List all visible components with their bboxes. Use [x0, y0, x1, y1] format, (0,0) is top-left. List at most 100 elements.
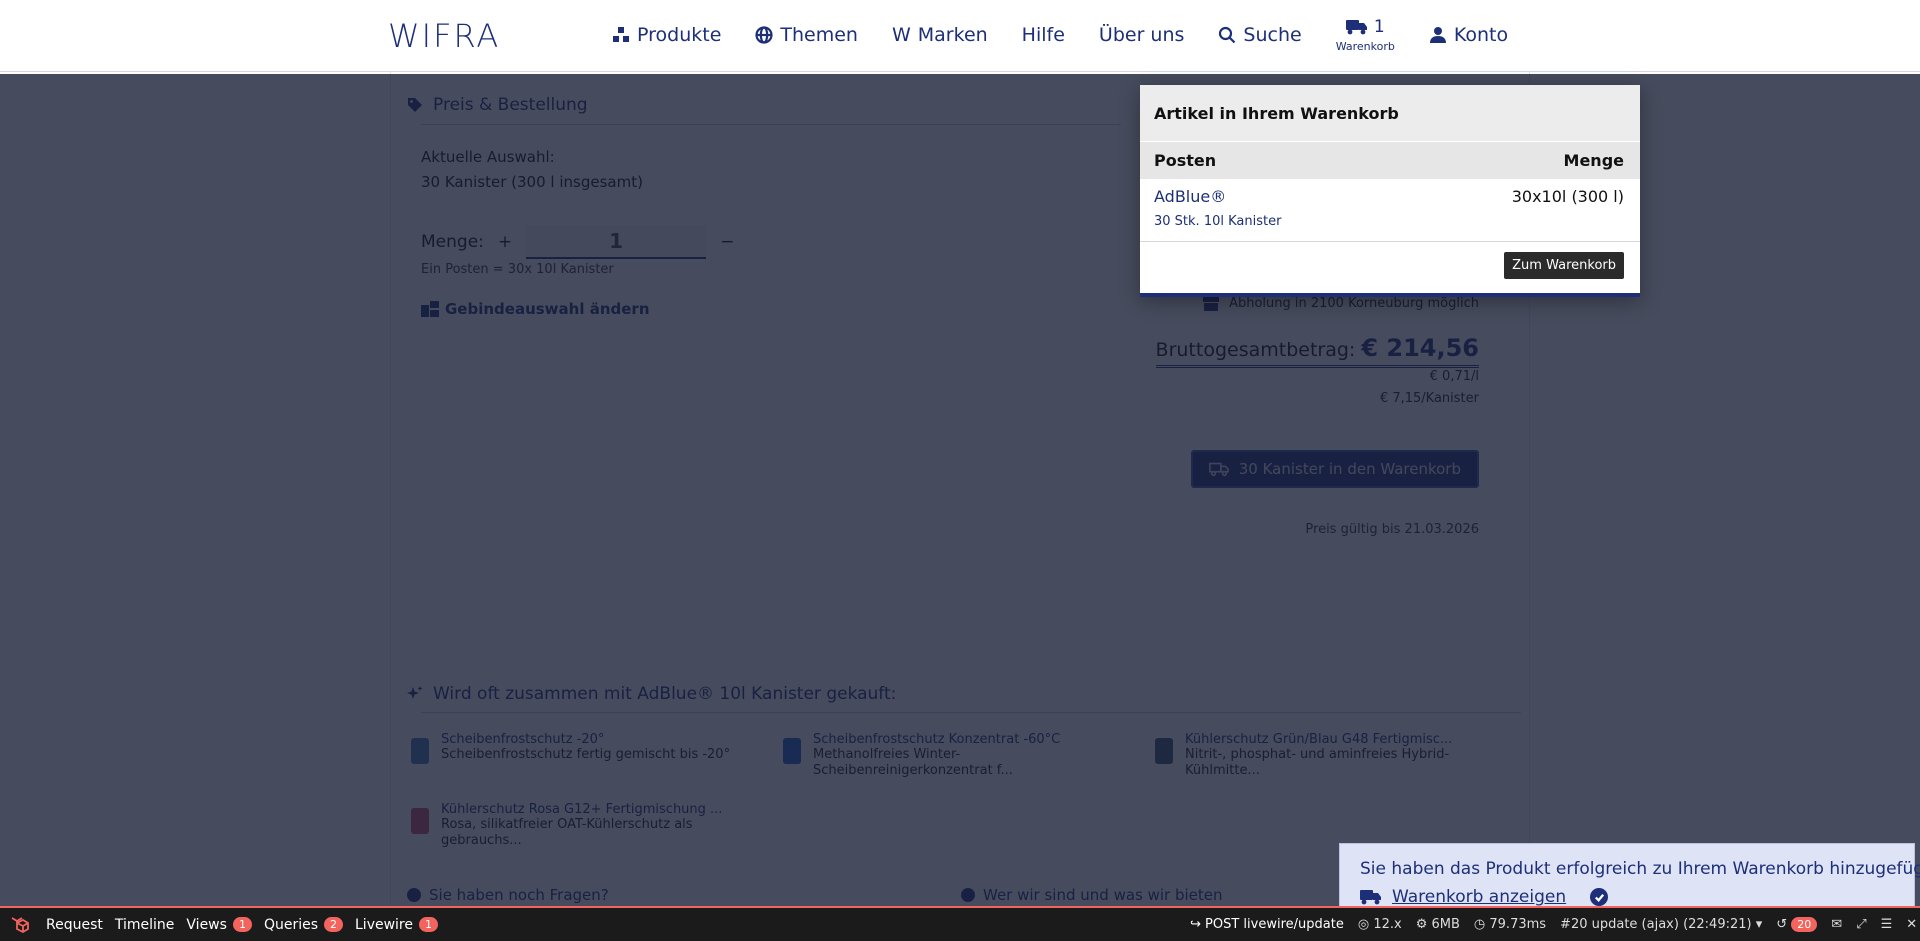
- debug-time-text: 79.73ms: [1489, 917, 1547, 932]
- current-selection-value: 30 Kanister (300 l insgesamt): [421, 173, 643, 191]
- product-name: Kühlerschutz Rosa G12+ Fertigmischung ..…: [441, 802, 723, 817]
- truck-icon: [1345, 20, 1367, 35]
- debug-tab-timeline[interactable]: Timeline: [109, 917, 181, 933]
- cart-dropdown-title: Artikel in Ihrem Warenkorb: [1140, 85, 1640, 141]
- order-divider: [421, 124, 1121, 125]
- questions-heading[interactable]: Sie haben noch Fragen?: [407, 886, 609, 904]
- related-divider: [421, 712, 1521, 713]
- pickup-info: Abholung in 2100 Korneuburg möglich: [1203, 296, 1479, 311]
- debug-badge: 2: [324, 917, 343, 932]
- quantity-input[interactable]: [526, 225, 707, 259]
- toast-message: Sie haben das Produkt erfolgreich zu Ihr…: [1360, 859, 1920, 879]
- debug-request-method[interactable]: ↪ POST livewire/update: [1190, 917, 1344, 932]
- related-product-card[interactable]: Kühlerschutz Grün/Blau G48 Fertigmisc...…: [1155, 732, 1500, 779]
- product-name: Kühlerschutz Grün/Blau G48 Fertigmisc...: [1185, 732, 1453, 747]
- nav-themen-label: Themen: [780, 24, 858, 46]
- nav-hilfe[interactable]: Hilfe: [1022, 24, 1065, 46]
- maximize-icon[interactable]: ⤢: [1856, 917, 1866, 932]
- total-amount: € 214,56: [1361, 334, 1479, 362]
- debug-tab-label: Views: [186, 916, 227, 933]
- nav-hilfe-label: Hilfe: [1021, 24, 1065, 46]
- unit-note: Ein Posten = 30x 10l Kanister: [421, 262, 614, 277]
- price-per-liter: € 0,71/l: [1429, 369, 1479, 384]
- product-desc: Rosa, silikatfreier OAT-Kühlerschutz als…: [441, 817, 693, 848]
- nav-suche[interactable]: Suche: [1218, 24, 1302, 46]
- search-icon: [1219, 26, 1236, 44]
- debug-tab-livewire[interactable]: Livewire 1: [349, 917, 444, 933]
- debug-memory: ⚙ 6MB: [1416, 917, 1460, 932]
- nav-marken[interactable]: W Marken: [892, 24, 988, 46]
- debug-history[interactable]: ↺ 20: [1776, 917, 1818, 932]
- truck-icon: [1360, 890, 1381, 905]
- related-product-card[interactable]: Scheibenfrostschutz -20° Scheibenfrostsc…: [411, 732, 756, 764]
- related-product-card[interactable]: Scheibenfrostschutz Konzentrat -60°C Met…: [783, 732, 1128, 779]
- product-thumbnail: [783, 738, 801, 764]
- nav-konto[interactable]: Konto: [1429, 24, 1508, 46]
- nav-warenkorb[interactable]: 1 Warenkorb: [1335, 16, 1395, 53]
- quantity-minus-button[interactable]: −: [720, 232, 734, 252]
- about-heading[interactable]: Wer wir sind und was wir bieten: [961, 886, 1223, 904]
- goto-cart-button[interactable]: Zum Warenkorb: [1504, 252, 1624, 279]
- product-desc: Nitrit-, phosphat- und aminfreies Hybrid…: [1185, 747, 1450, 778]
- debug-tab-request[interactable]: Request: [40, 917, 109, 933]
- order-section-heading: Preis & Bestellung: [407, 95, 588, 115]
- cart-item-qty: 30x10l (300 l): [1511, 187, 1624, 206]
- marken-w-icon: W: [891, 24, 911, 46]
- product-desc: Methanolfreies Winter-Scheibenreinigerko…: [813, 747, 1013, 778]
- debug-tab-views[interactable]: Views 1: [180, 917, 258, 933]
- current-selection-label: Aktuelle Auswahl:: [421, 148, 555, 166]
- debug-update-select[interactable]: #20 update (ajax) (22:49:21) ▾: [1560, 917, 1762, 932]
- cart-count: 1: [1373, 16, 1385, 37]
- question-icon: [407, 888, 421, 902]
- col-posten: Posten: [1154, 151, 1217, 170]
- debug-tab-label: Queries: [263, 916, 318, 933]
- truck-icon: [1208, 462, 1229, 477]
- globe-icon: [755, 26, 773, 44]
- boxes-icon: [613, 27, 629, 42]
- nav-ueber-uns-label: Über uns: [1098, 24, 1185, 46]
- cart-separator: [1140, 241, 1640, 242]
- pickup-text: Abholung in 2100 Korneuburg möglich: [1229, 296, 1479, 311]
- col-menge: Menge: [1563, 151, 1624, 170]
- cart-item-sub: 30 Stk. 10l Kanister: [1154, 214, 1282, 229]
- debug-tab-label: Timeline: [114, 916, 175, 933]
- settings-icon[interactable]: ☰: [1881, 917, 1893, 932]
- nav-produkte[interactable]: Produkte: [612, 24, 721, 46]
- nav-ueber-uns[interactable]: Über uns: [1099, 24, 1185, 46]
- debug-time: ◷ 79.73ms: [1474, 917, 1546, 932]
- add-to-cart-label: 30 Kanister in den Warenkorb: [1238, 460, 1461, 478]
- close-icon[interactable]: ✕: [1906, 917, 1917, 932]
- store-icon: [1203, 296, 1220, 311]
- price-per-canister: € 7,15/Kanister: [1379, 391, 1479, 406]
- nav-produkte-label: Produkte: [637, 24, 722, 46]
- cart-label: Warenkorb: [1335, 39, 1395, 53]
- history-icon: ↺: [1776, 917, 1792, 932]
- add-to-cart-button[interactable]: 30 Kanister in den Warenkorb: [1190, 450, 1479, 488]
- show-cart-link[interactable]: Warenkorb anzeigen: [1392, 887, 1566, 907]
- product-thumbnail: [411, 808, 429, 834]
- price-valid-until: Preis gültig bis 21.03.2026: [1305, 522, 1479, 537]
- tag-icon: [408, 98, 422, 112]
- debug-tab-label: Livewire: [355, 916, 413, 933]
- questions-text: Sie haben noch Fragen?: [429, 886, 609, 904]
- related-product-card[interactable]: Kühlerschutz Rosa G12+ Fertigmischung ..…: [411, 802, 756, 849]
- debug-php-text: 12.x: [1373, 917, 1402, 932]
- related-heading-text: Wird oft zusammen mit AdBlue® 10l Kanist…: [433, 684, 897, 704]
- laravel-logo-icon[interactable]: [0, 915, 40, 935]
- nav-themen[interactable]: Themen: [755, 24, 858, 46]
- product-thumbnail: [411, 738, 429, 764]
- quantity-plus-button[interactable]: +: [498, 232, 512, 252]
- debug-tab-queries[interactable]: Queries 2: [258, 917, 349, 933]
- debug-badge: 1: [232, 917, 252, 932]
- main-nav: Produkte Themen W Marken Hilfe Über uns …: [612, 0, 1508, 70]
- clock-icon: ◷: [1473, 917, 1490, 932]
- nav-konto-label: Konto: [1453, 24, 1509, 46]
- product-desc: Scheibenfrostschutz fertig gemischt bis …: [441, 747, 731, 762]
- change-container-link[interactable]: Gebindeauswahl ändern: [421, 300, 650, 318]
- debug-bar: Request Timeline Views 1 Queries 2 Livewir…: [0, 906, 1920, 941]
- chat-icon[interactable]: ✉: [1831, 917, 1842, 932]
- cart-dropdown: Artikel in Ihrem Warenkorb Posten Menge …: [1140, 85, 1640, 297]
- quantity-label: Menge:: [421, 232, 484, 252]
- site-logo[interactable]: WIFRA: [388, 17, 500, 55]
- change-container-text: Gebindeauswahl ändern: [445, 300, 650, 318]
